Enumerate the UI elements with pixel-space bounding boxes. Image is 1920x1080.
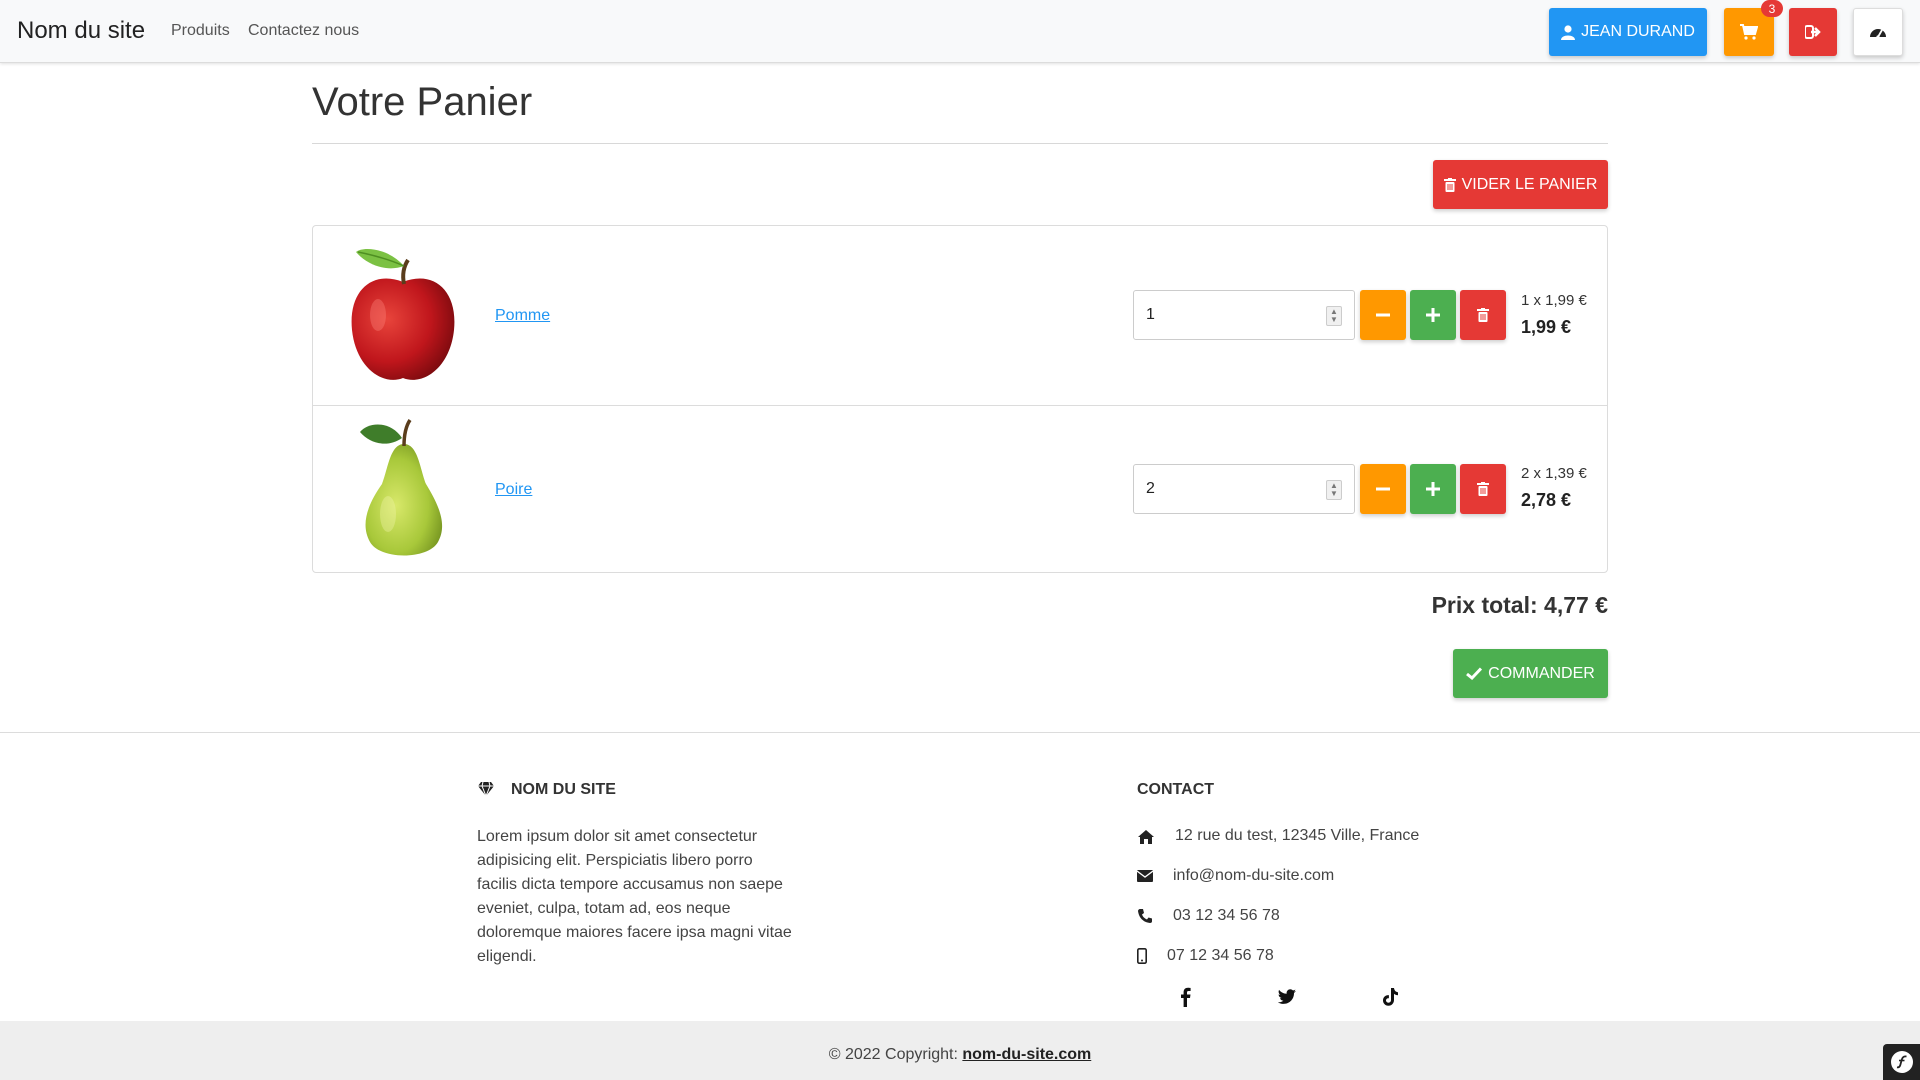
- page-title: Votre Panier: [312, 80, 533, 124]
- plus-icon: [1426, 482, 1440, 496]
- quantity-spinner[interactable]: ▲ ▼: [1326, 306, 1342, 326]
- empty-cart-label: VIDER LE PANIER: [1461, 175, 1598, 193]
- product-link[interactable]: Pomme: [495, 307, 550, 325]
- empty-cart-button[interactable]: VIDER LE PANIER: [1433, 160, 1608, 209]
- diamond-icon: [478, 781, 494, 797]
- envelope-icon: [1137, 870, 1153, 882]
- nav-link-contact[interactable]: Contactez nous: [248, 22, 359, 40]
- order-label: COMMANDER: [1488, 664, 1595, 682]
- copyright: © 2022 Copyright: nom-du-site.com: [0, 1046, 1920, 1064]
- twitter-icon[interactable]: [1277, 987, 1297, 1007]
- logout-button[interactable]: [1789, 8, 1837, 56]
- remove-item-button[interactable]: [1460, 290, 1506, 340]
- quantity-input[interactable]: 1 ▲ ▼: [1133, 290, 1355, 340]
- plus-icon: [1426, 308, 1440, 322]
- pear-image: [360, 419, 443, 556]
- dashboard-button[interactable]: [1853, 8, 1903, 56]
- remove-item-button[interactable]: [1460, 464, 1506, 514]
- unit-price: 1 x 1,99 €: [1521, 292, 1587, 309]
- decrease-button[interactable]: [1360, 464, 1406, 514]
- cart-item: Pomme 1 ▲ ▼ 1 x 1,99 € 1,99 €: [313, 226, 1607, 405]
- product-link[interactable]: Poire: [495, 481, 532, 499]
- logout-icon: [1805, 25, 1821, 39]
- user-name: JEAN DURAND: [1581, 23, 1695, 40]
- footer-description: Lorem ipsum dolor sit amet consectetur a…: [477, 828, 792, 965]
- mobile-icon: [1137, 948, 1147, 964]
- contact-mobile: 07 12 34 56 78: [1137, 947, 1274, 965]
- quantity-value: 2: [1146, 480, 1155, 497]
- user-icon: [1561, 24, 1576, 40]
- footer-divider: [0, 732, 1920, 733]
- increase-button[interactable]: [1410, 464, 1456, 514]
- copyright-text: © 2022 Copyright:: [828, 1046, 963, 1063]
- contact-phone: 03 12 34 56 78: [1137, 907, 1280, 925]
- contact-email: info@nom-du-site.com: [1137, 867, 1334, 885]
- contact-address: 12 rue du test, 12345 Ville, France: [1137, 827, 1419, 845]
- symfony-icon: [1890, 1051, 1913, 1073]
- mobile-text[interactable]: 07 12 34 56 78: [1167, 947, 1274, 965]
- line-total: 2,78 €: [1521, 490, 1572, 510]
- line-total: 1,99 €: [1521, 317, 1572, 337]
- dashboard-icon: [1870, 29, 1886, 39]
- user-button[interactable]: JEAN DURAND: [1549, 8, 1707, 56]
- trash-icon: [1477, 482, 1489, 496]
- unit-price: 2 x 1,39 €: [1521, 465, 1587, 482]
- brand-link[interactable]: Nom du site: [17, 17, 145, 45]
- title-divider: [312, 143, 1608, 144]
- home-icon: [1138, 829, 1154, 844]
- tiktok-icon[interactable]: [1381, 987, 1401, 1007]
- navbar: Nom du site Produits Contactez nous JEAN…: [0, 0, 1920, 63]
- footer-contact-heading: CONTACT: [1137, 781, 1215, 798]
- cart-icon: [1740, 24, 1758, 40]
- symfony-toolbar-toggle[interactable]: [1883, 1044, 1920, 1080]
- phone-text[interactable]: 03 12 34 56 78: [1167, 907, 1280, 925]
- minus-icon: [1376, 313, 1390, 317]
- quantity-value: 1: [1146, 306, 1155, 323]
- trash-icon: [1477, 308, 1489, 322]
- total-price: Prix total: 4,77 €: [1431, 592, 1608, 618]
- footer-site-heading: NOM DU SITE: [511, 781, 616, 798]
- facebook-icon[interactable]: [1176, 987, 1196, 1007]
- nav-link-produits[interactable]: Produits: [171, 22, 230, 40]
- minus-icon: [1376, 487, 1390, 491]
- email-text[interactable]: info@nom-du-site.com: [1167, 867, 1334, 885]
- address-text: 12 rue du test, 12345 Ville, France: [1175, 827, 1420, 844]
- quantity-input[interactable]: 2 ▲ ▼: [1133, 464, 1355, 514]
- phone-icon: [1138, 909, 1152, 923]
- quantity-spinner[interactable]: ▲ ▼: [1326, 480, 1342, 500]
- check-icon: [1466, 667, 1483, 680]
- cart-item: Poire 2 ▲ ▼ 2 x 1,39 € 2,78 €: [313, 406, 1607, 572]
- increase-button[interactable]: [1410, 290, 1456, 340]
- apple-image: [351, 248, 455, 380]
- copyright-link[interactable]: nom-du-site.com: [962, 1046, 1091, 1063]
- cart-count-badge: 3: [1761, 0, 1783, 17]
- trash-icon: [1443, 177, 1456, 192]
- order-button[interactable]: COMMANDER: [1453, 649, 1608, 698]
- decrease-button[interactable]: [1360, 290, 1406, 340]
